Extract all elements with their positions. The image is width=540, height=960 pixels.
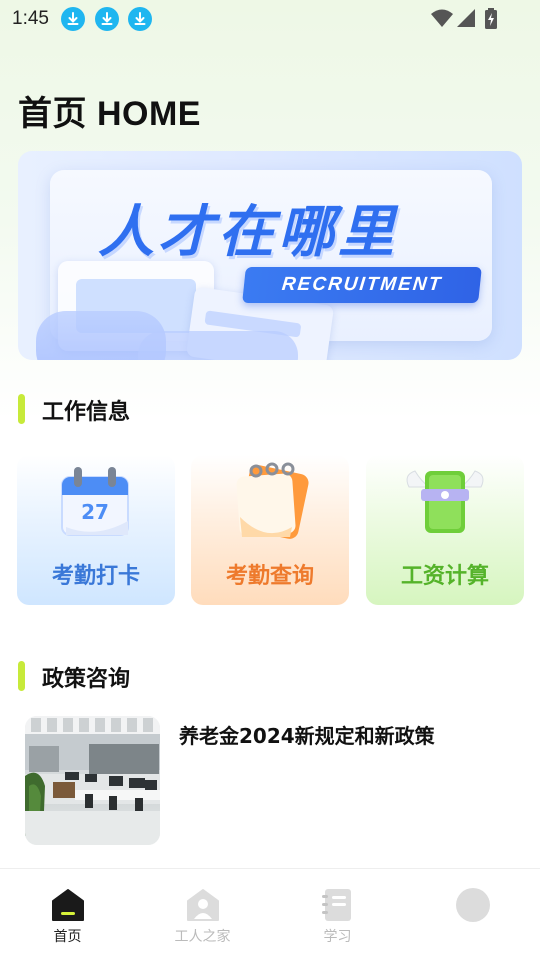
download-icon: [95, 7, 119, 31]
salary-calc-card[interactable]: 工资计算: [366, 455, 524, 605]
download-icon: [128, 7, 152, 31]
page-title: 首页 HOME: [18, 95, 201, 133]
policy-section-header: 政策咨询: [18, 659, 218, 692]
banner-heading: 人才在哪里: [98, 200, 398, 265]
banner-subheading-pill: RECRUITMENT: [242, 267, 482, 303]
svg-text:27: 27: [81, 500, 109, 524]
policy-section-title: 政策咨询: [42, 667, 131, 692]
attendance-query-card[interactable]: 考勤查询: [191, 455, 349, 605]
salary-calc-label: 工资计算: [400, 564, 489, 589]
profile-icon: [456, 888, 490, 922]
calendar-icon: 27: [61, 467, 129, 536]
section-accent-bar: [18, 661, 25, 691]
flying-money-icon: [406, 470, 484, 533]
bottom-nav: 首页 工人之家 学习: [0, 868, 540, 960]
calendar-note-icon: [236, 462, 309, 539]
cellular-signal-icon: [457, 9, 475, 27]
news-list-item[interactable]: 养老金2024新规定和新政策: [25, 716, 525, 846]
nav-label-worker-home: 工人之家: [174, 929, 231, 945]
news-title: 养老金2024新规定和新政策: [179, 724, 435, 748]
download-icon: [61, 7, 85, 31]
recruitment-banner[interactable]: 人才在哪里 RECRUITMENT: [18, 151, 522, 360]
battery-charging-icon: [485, 8, 497, 29]
status-time: 1:45: [12, 8, 49, 29]
banner-subheading: RECRUITMENT: [280, 274, 444, 295]
nav-item-profile[interactable]: [405, 869, 540, 960]
notebook-icon: [322, 889, 351, 921]
home-icon: [52, 889, 84, 921]
news-thumbnail: [25, 716, 160, 845]
worker-home-icon: [187, 889, 219, 921]
section-accent-bar: [18, 394, 25, 424]
nav-item-study[interactable]: 学习: [270, 869, 405, 960]
attendance-checkin-card[interactable]: 27 考勤打卡: [17, 455, 175, 605]
nav-item-home[interactable]: 首页: [0, 869, 135, 960]
wifi-icon: [431, 9, 453, 27]
attendance-query-label: 考勤查询: [225, 564, 314, 589]
banner-decoration: [138, 331, 298, 360]
attendance-checkin-label: 考勤打卡: [51, 564, 140, 589]
nav-item-worker-home[interactable]: 工人之家: [135, 869, 270, 960]
nav-label-home: 首页: [53, 929, 82, 945]
work-section-title: 工作信息: [42, 400, 131, 425]
work-section-header: 工作信息: [18, 392, 218, 425]
nav-label-study: 学习: [323, 929, 352, 945]
status-bar: 1:45: [0, 0, 540, 38]
